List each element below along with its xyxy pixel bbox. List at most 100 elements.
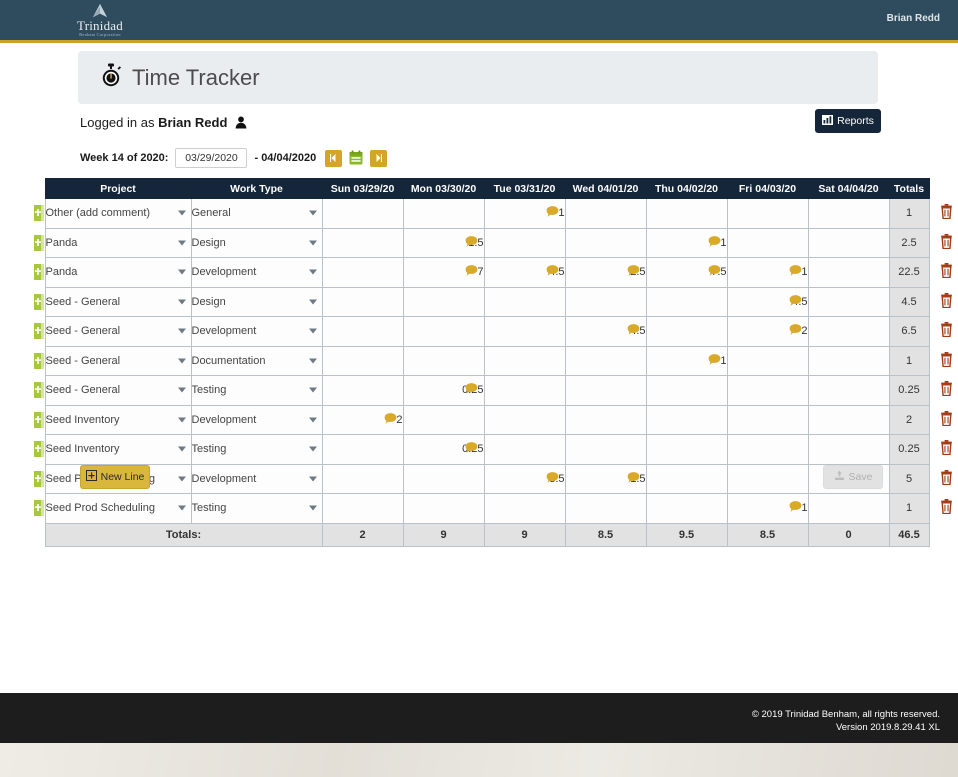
- copy-row-icon[interactable]: [34, 205, 44, 221]
- hours-cell[interactable]: [322, 258, 403, 288]
- comment-bubble-icon[interactable]: [627, 471, 640, 486]
- project-select[interactable]: Seed Inventory: [45, 405, 191, 435]
- work-type-select[interactable]: Design: [191, 228, 322, 258]
- project-select[interactable]: Other (add comment): [45, 199, 191, 229]
- comment-bubble-icon[interactable]: [465, 235, 478, 250]
- hours-cell[interactable]: [727, 376, 808, 406]
- hours-cell[interactable]: [646, 435, 727, 465]
- trash-icon[interactable]: [940, 476, 953, 488]
- hours-cell[interactable]: [646, 287, 727, 317]
- project-select[interactable]: Seed Inventory: [45, 435, 191, 465]
- comment-bubble-icon[interactable]: [789, 294, 802, 309]
- work-type-select[interactable]: Development: [191, 405, 322, 435]
- copy-row-icon[interactable]: [34, 294, 44, 310]
- hours-cell[interactable]: 1.5: [565, 464, 646, 494]
- hours-cell[interactable]: [808, 346, 889, 376]
- hours-cell[interactable]: [646, 317, 727, 347]
- hours-cell[interactable]: [484, 287, 565, 317]
- brand-logo[interactable]: Trinidad Benham Corporation: [68, 3, 132, 37]
- hours-cell[interactable]: [403, 464, 484, 494]
- hours-cell[interactable]: [322, 287, 403, 317]
- hours-cell[interactable]: [484, 494, 565, 524]
- copy-row-icon[interactable]: [34, 264, 44, 280]
- hours-cell[interactable]: [322, 435, 403, 465]
- hours-cell[interactable]: [403, 199, 484, 229]
- hours-cell[interactable]: [808, 494, 889, 524]
- hours-cell[interactable]: [808, 405, 889, 435]
- hours-cell[interactable]: [808, 287, 889, 317]
- hours-cell[interactable]: [727, 435, 808, 465]
- comment-bubble-icon[interactable]: [789, 501, 802, 516]
- prev-week-button[interactable]: [325, 150, 342, 167]
- hours-cell[interactable]: 7: [403, 258, 484, 288]
- hours-cell[interactable]: 1: [727, 494, 808, 524]
- project-select[interactable]: Panda: [45, 228, 191, 258]
- hours-cell[interactable]: [727, 199, 808, 229]
- hours-cell[interactable]: [484, 376, 565, 406]
- hours-cell[interactable]: [484, 317, 565, 347]
- trash-icon[interactable]: [940, 505, 953, 517]
- hours-cell[interactable]: [403, 287, 484, 317]
- hours-cell[interactable]: [727, 464, 808, 494]
- work-type-select[interactable]: Development: [191, 317, 322, 347]
- week-start-date-input[interactable]: [175, 148, 247, 168]
- comment-bubble-icon[interactable]: [546, 471, 559, 486]
- hours-cell[interactable]: [808, 435, 889, 465]
- project-select[interactable]: Panda: [45, 258, 191, 288]
- project-select[interactable]: Seed - General: [45, 287, 191, 317]
- copy-row-icon[interactable]: [34, 471, 44, 487]
- hours-cell[interactable]: 2.5: [565, 258, 646, 288]
- hours-cell[interactable]: 7.5: [646, 258, 727, 288]
- copy-row-icon[interactable]: [34, 382, 44, 398]
- comment-bubble-icon[interactable]: [546, 265, 559, 280]
- comment-bubble-icon[interactable]: [546, 206, 559, 221]
- trash-icon[interactable]: [940, 417, 953, 429]
- next-week-button[interactable]: [370, 150, 387, 167]
- hours-cell[interactable]: [322, 494, 403, 524]
- hours-cell[interactable]: [403, 494, 484, 524]
- copy-row-icon[interactable]: [34, 235, 44, 251]
- hours-cell[interactable]: 1: [484, 199, 565, 229]
- work-type-select[interactable]: Testing: [191, 376, 322, 406]
- hours-cell[interactable]: [403, 317, 484, 347]
- comment-bubble-icon[interactable]: [465, 265, 478, 280]
- hours-cell[interactable]: [727, 405, 808, 435]
- hours-cell[interactable]: 4.5: [727, 287, 808, 317]
- trash-icon[interactable]: [940, 446, 953, 458]
- new-line-button[interactable]: New Line: [80, 465, 150, 489]
- hours-cell[interactable]: 1: [646, 228, 727, 258]
- trash-icon[interactable]: [940, 328, 953, 340]
- hours-cell[interactable]: [565, 228, 646, 258]
- hours-cell[interactable]: [565, 435, 646, 465]
- hours-cell[interactable]: [808, 258, 889, 288]
- save-button[interactable]: Save: [823, 465, 883, 489]
- hours-cell[interactable]: 1: [646, 346, 727, 376]
- comment-bubble-icon[interactable]: [465, 442, 478, 457]
- copy-row-icon[interactable]: [34, 412, 44, 428]
- hours-cell[interactable]: [565, 494, 646, 524]
- comment-bubble-icon[interactable]: [627, 265, 640, 280]
- hours-cell[interactable]: [565, 199, 646, 229]
- hours-cell[interactable]: [565, 287, 646, 317]
- copy-row-icon[interactable]: [34, 323, 44, 339]
- trash-icon[interactable]: [940, 210, 953, 222]
- project-select[interactable]: Seed - General: [45, 317, 191, 347]
- hours-cell[interactable]: 2: [727, 317, 808, 347]
- trash-icon[interactable]: [940, 269, 953, 281]
- hours-cell[interactable]: [808, 199, 889, 229]
- hours-cell[interactable]: 0.25: [403, 376, 484, 406]
- hours-cell[interactable]: [808, 317, 889, 347]
- trash-icon[interactable]: [940, 299, 953, 311]
- copy-row-icon[interactable]: [34, 500, 44, 516]
- hours-cell[interactable]: [808, 228, 889, 258]
- comment-bubble-icon[interactable]: [384, 412, 397, 427]
- hours-cell[interactable]: 1: [727, 258, 808, 288]
- hours-cell[interactable]: 4.5: [565, 317, 646, 347]
- hours-cell[interactable]: 3.5: [484, 464, 565, 494]
- hours-cell[interactable]: [484, 228, 565, 258]
- copy-row-icon[interactable]: [34, 353, 44, 369]
- hours-cell[interactable]: [646, 464, 727, 494]
- comment-bubble-icon[interactable]: [789, 265, 802, 280]
- work-type-select[interactable]: Documentation: [191, 346, 322, 376]
- work-type-select[interactable]: Design: [191, 287, 322, 317]
